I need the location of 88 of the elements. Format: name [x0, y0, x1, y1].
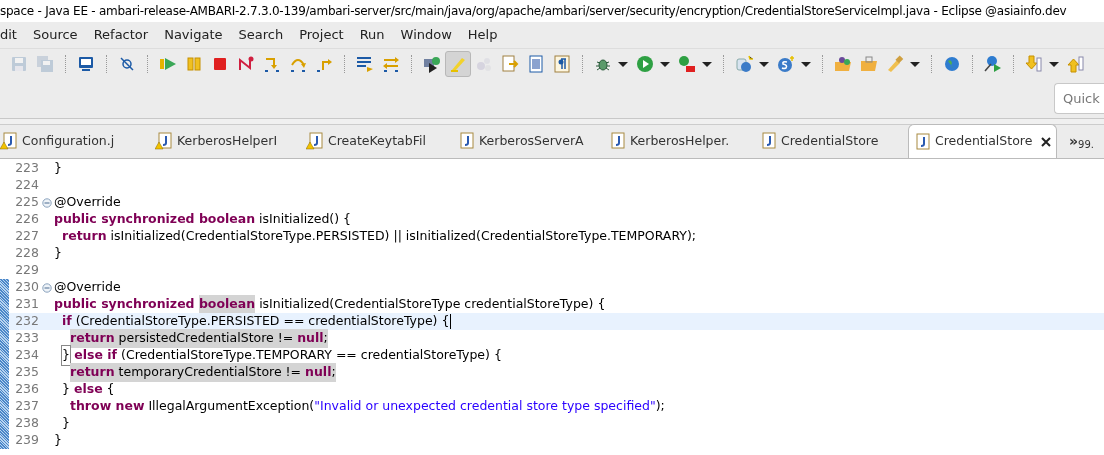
- globe-icon: [943, 55, 961, 73]
- editor-tab[interactable]: Configuration.j: [0, 124, 151, 158]
- line-number: 237: [14, 397, 39, 416]
- menu-item[interactable]: Refactor: [85, 25, 157, 45]
- code-line: public synchronized boolean isInitialized(CredentialStoreType credentialStoreType) {: [54, 295, 606, 314]
- code-line: } else {: [61, 380, 115, 399]
- line-number: 227: [14, 227, 39, 246]
- pause-icon: [185, 55, 203, 73]
- line-number: 231: [14, 295, 39, 314]
- line-number: 236: [14, 380, 39, 399]
- code-line: if (CredentialStoreType.PERSISTED == credentialStoreType) {: [61, 312, 450, 331]
- line-number: 235: [14, 363, 39, 382]
- menu-item[interactable]: Window: [392, 25, 460, 45]
- highlighter-icon: [449, 55, 467, 73]
- line-number: 238: [14, 414, 39, 433]
- line-number: 233: [14, 329, 39, 348]
- bubbles-icon: [475, 55, 493, 73]
- arrow-down-icon: [1025, 55, 1043, 73]
- play-icon: [636, 55, 654, 73]
- swap-arrows-icon: [382, 55, 400, 73]
- menu-item[interactable]: Help: [459, 25, 506, 45]
- fold-icon[interactable]: [41, 197, 52, 208]
- line-number: 226: [14, 210, 39, 229]
- close-icon[interactable]: [1040, 135, 1053, 148]
- code-line: public synchronized boolean isInitialized() {: [54, 210, 352, 229]
- menu-item[interactable]: Source: [24, 25, 86, 45]
- menu-item[interactable]: dit: [0, 25, 25, 45]
- crossed-circle-icon: [118, 55, 136, 73]
- code-line: return persistedCredentialStore != null;: [69, 329, 328, 348]
- code-line: }: [54, 244, 62, 263]
- code-line: throw new IllegalArgumentException("Invalid or unexpected credential store type specified");: [69, 397, 665, 416]
- monitor-icon: [77, 55, 95, 73]
- arrow-up-icon: [1067, 55, 1085, 73]
- java-file-icon: [759, 132, 777, 150]
- code-line: @Override: [54, 193, 121, 212]
- step-into-icon: [263, 55, 281, 73]
- editor-tab[interactable]: KerberosServerA: [453, 124, 604, 158]
- line-number: 239: [14, 431, 39, 450]
- page-icon: [527, 55, 545, 73]
- code-line: return temporaryCredentialStore != null;: [69, 363, 336, 382]
- line-number: 225: [14, 193, 39, 212]
- java-file-icon: [457, 132, 475, 150]
- java-file-icon: [913, 132, 931, 151]
- window-title: space - Java EE - ambari-release-AMBARI-2.7.3.0-139/ambari-server/src/main/java/org/apache/ambari/server/security/encryption/CredentialStoreServiceImpl.java - Eclipse @asiainfo.dev: [0, 3, 1067, 20]
- editor-tab[interactable]: CredentialStore: [908, 124, 1057, 158]
- quick-access-field[interactable]: Quick: [1054, 83, 1104, 114]
- code-line: }: [54, 431, 62, 450]
- menu-item[interactable]: Run: [351, 25, 393, 45]
- editor-tab[interactable]: CreateKeytabFil: [302, 124, 453, 158]
- globe-play-icon: [984, 55, 1002, 73]
- list-arrow-icon: [356, 55, 374, 73]
- code-line: @Override: [54, 278, 121, 297]
- menu-item[interactable]: Navigate: [156, 25, 231, 45]
- folder-icon: [860, 55, 878, 73]
- line-number: 228: [14, 244, 39, 263]
- editor-tab[interactable]: KerberosHelperI: [151, 124, 302, 158]
- line-number: 232: [14, 312, 39, 331]
- fold-icon[interactable]: [41, 282, 52, 293]
- line-number: 230: [14, 278, 39, 297]
- folder-circles-icon: [834, 55, 852, 73]
- server-play-icon: [423, 55, 441, 73]
- code-line: return isInitialized(CredentialStoreType.PERSISTED) || isInitialized(CredentialStoreType.TEMPORARY);: [61, 227, 697, 246]
- editor-tab[interactable]: CredentialStore: [755, 124, 906, 158]
- jar-globe-icon: [735, 55, 753, 73]
- flashlight-icon: [886, 55, 904, 73]
- menu-item[interactable]: Search: [230, 25, 292, 45]
- code-line: }: [54, 159, 62, 178]
- pilcrow-icon: [553, 55, 571, 73]
- floppy-disks-icon: [36, 55, 54, 73]
- java-file-warning-icon: [0, 132, 18, 150]
- java-file-warning-icon: [306, 132, 324, 150]
- stop-icon: [211, 55, 229, 73]
- line-number: 229: [14, 261, 39, 280]
- line-number: 234: [14, 346, 39, 365]
- line-number: 223: [14, 159, 39, 178]
- resume-icon: [159, 55, 177, 73]
- java-file-icon: [608, 132, 626, 150]
- code-line: } else if (CredentialStoreType.TEMPORARY == credentialStoreType) {: [54, 346, 502, 365]
- code-editor[interactable]: [0, 159, 1104, 455]
- menu-item[interactable]: Project: [291, 25, 352, 45]
- disconnect-icon: [237, 55, 255, 73]
- document-arrow-icon: [501, 55, 519, 73]
- code-line: }: [61, 414, 70, 433]
- play-toolbox-icon: [678, 55, 696, 73]
- editor-tab[interactable]: KerberosHelper.: [604, 124, 755, 158]
- line-number: 224: [14, 176, 39, 195]
- java-file-warning-icon: [155, 132, 173, 150]
- letter-s-circle-icon: [777, 55, 795, 73]
